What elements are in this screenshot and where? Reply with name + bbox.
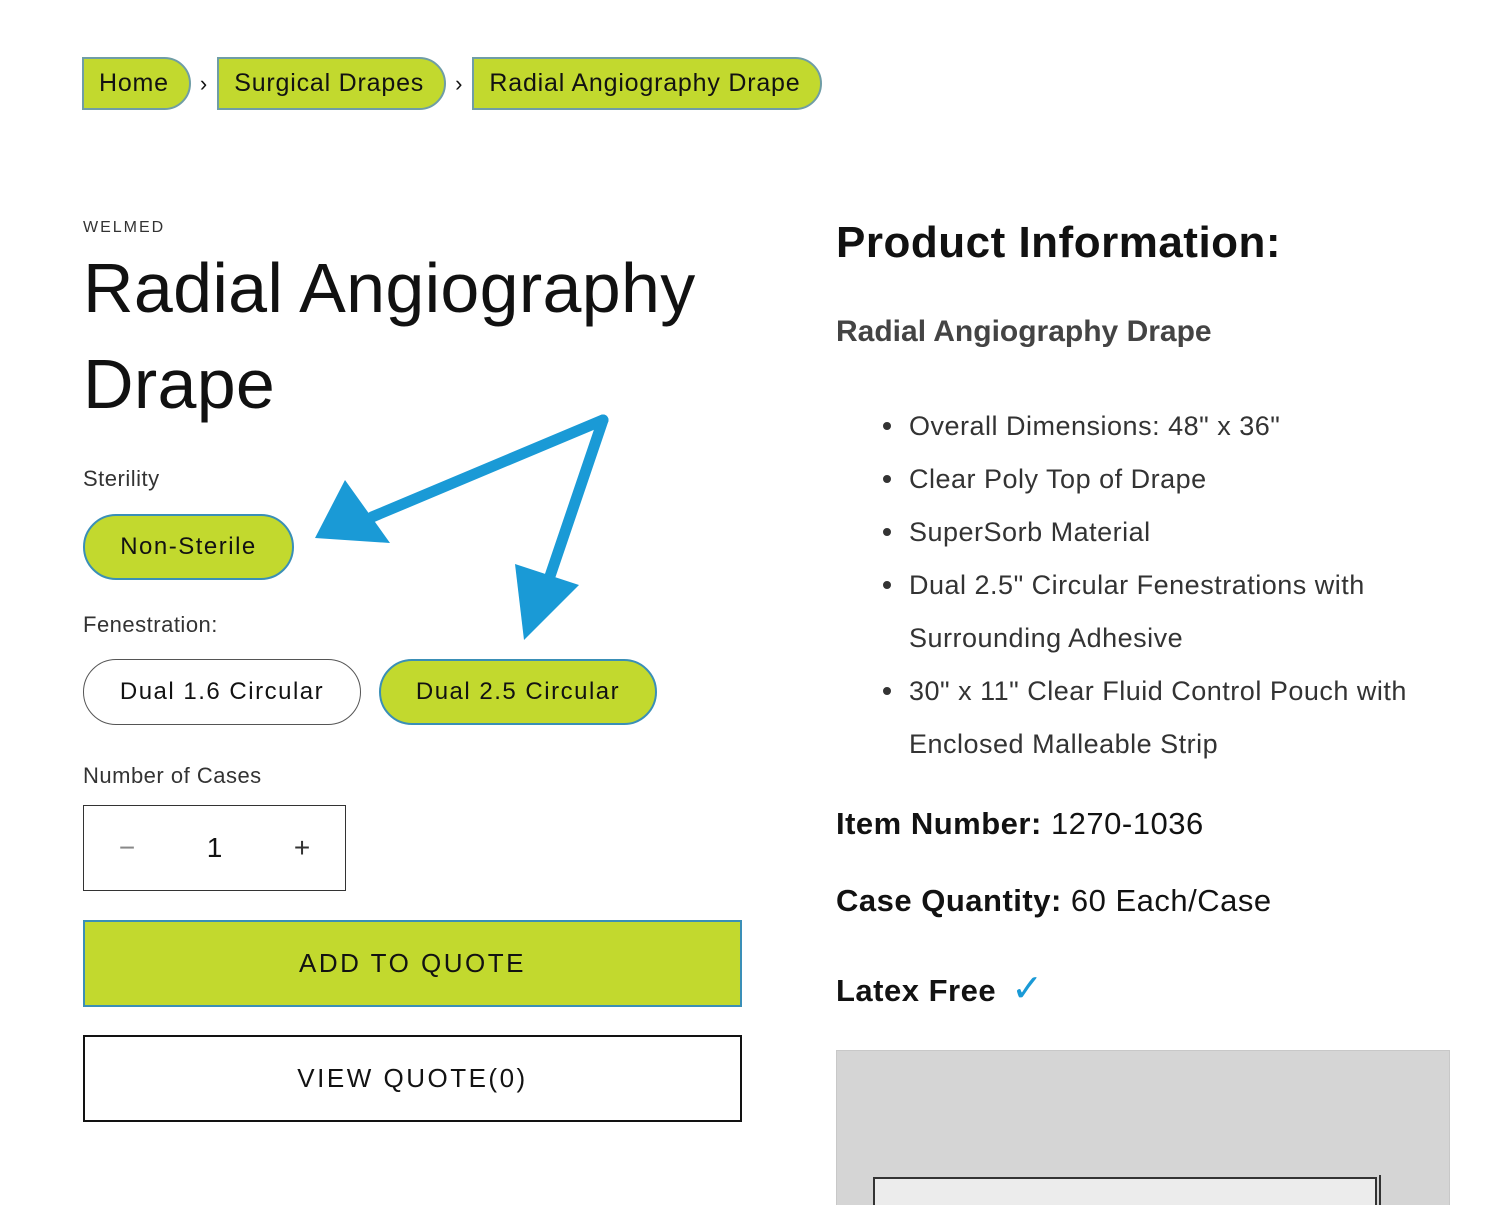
option-dual-2-5-circular[interactable]: Dual 2.5 Circular [379,659,657,725]
sterility-label: Sterility [83,466,160,491]
item-number-label: Item Number: [836,806,1042,841]
breadcrumb-surgical-drapes[interactable]: Surgical Drapes [217,57,447,110]
quantity-input[interactable] [174,832,255,864]
view-quote-button[interactable]: VIEW QUOTE(0) [83,1035,742,1122]
feature-item: Overall Dimensions: 48" x 36" [883,400,1443,453]
feature-item: Dual 2.5" Circular Fenestrations with Su… [883,559,1443,665]
diagram-dimension-mark [1379,1175,1385,1205]
product-diagram-image [836,1050,1450,1205]
arrow-icon [515,414,609,640]
arrow-icon [315,414,609,543]
feature-item: Clear Poly Top of Drape [883,453,1443,506]
product-vendor: WELMED [83,219,166,236]
product-info-subheading: Radial Angiography Drape [836,315,1212,348]
product-page: Home › Surgical Drapes › Radial Angiogra… [0,0,1500,1205]
product-info-heading: Product Information: [836,218,1282,267]
case-quantity-label: Case Quantity: [836,883,1062,918]
latex-free-label: Latex Free [836,973,997,1008]
case-quantity-value: 60 Each/Case [1070,883,1272,918]
breadcrumb: Home › Surgical Drapes › Radial Angiogra… [82,57,823,110]
latex-free: Latex Free ✓ [836,966,1044,1011]
feature-item: SuperSorb Material [883,506,1443,559]
quantity-stepper: − + [83,805,346,891]
breadcrumb-separator: › [455,70,463,96]
checkmark-icon: ✓ [1011,968,1044,1010]
case-quantity: Case Quantity: 60 Each/Case [836,883,1272,919]
quantity-plus-button[interactable]: + [281,832,323,864]
feature-list: Overall Dimensions: 48" x 36" Clear Poly… [883,400,1443,771]
option-dual-1-6-circular[interactable]: Dual 1.6 Circular [83,659,361,725]
breadcrumb-home[interactable]: Home [82,57,191,110]
fenestration-label: Fenestration: [83,612,218,637]
quantity-label: Number of Cases [83,763,262,788]
feature-item: 30" x 11" Clear Fluid Control Pouch with… [883,665,1443,771]
breadcrumb-current[interactable]: Radial Angiography Drape [472,57,823,110]
diagram-outline [873,1177,1377,1205]
option-non-sterile[interactable]: Non-Sterile [83,514,294,580]
breadcrumb-separator: › [199,70,208,96]
item-number-value: 1270-1036 [1050,806,1204,841]
product-title: Radial Angiography Drape [83,249,696,423]
item-number: Item Number: 1270-1036 [836,806,1204,842]
quantity-minus-button[interactable]: − [106,832,148,864]
add-to-quote-button[interactable]: ADD TO QUOTE [83,920,742,1007]
